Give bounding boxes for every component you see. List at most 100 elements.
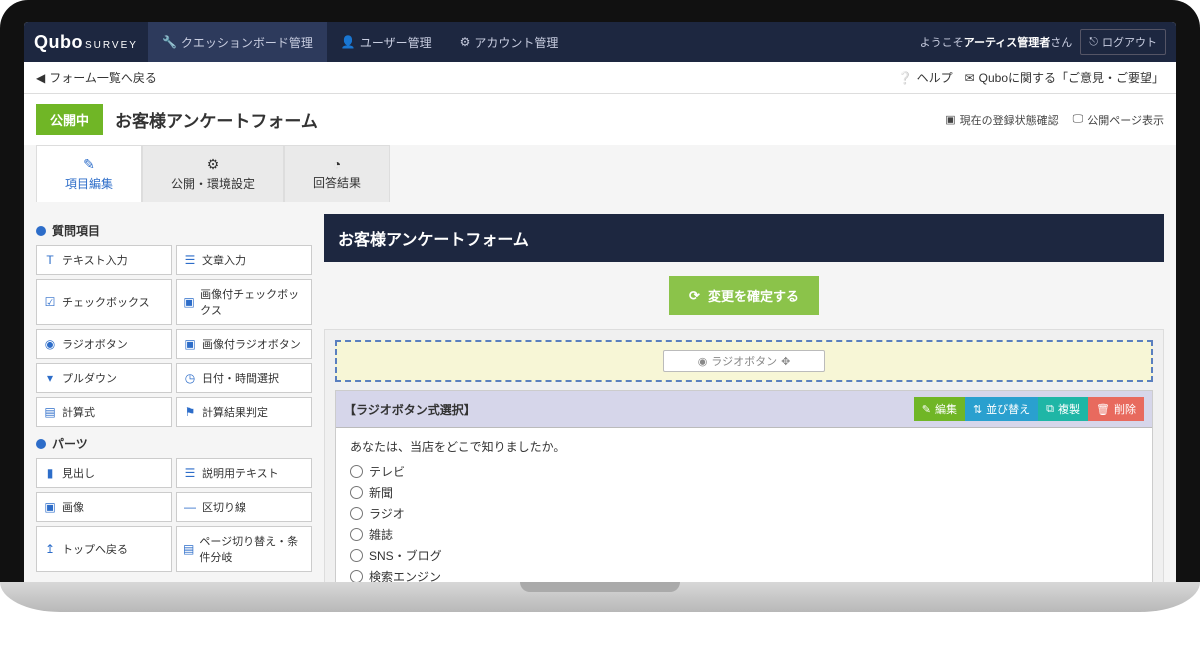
bullet-icon — [36, 226, 46, 236]
branch-icon: ▤ — [183, 542, 194, 556]
option-row[interactable]: 新聞 — [350, 482, 1138, 503]
item-formula[interactable]: ▤計算式 — [36, 397, 172, 427]
help-icon: ❔ — [898, 71, 913, 85]
refresh-icon: ⟳ — [689, 288, 700, 304]
radio-input[interactable] — [350, 549, 363, 562]
logout-label: ログアウト — [1102, 34, 1157, 50]
q-edit-button[interactable]: ✎編集 — [914, 397, 965, 421]
text-icon: T — [43, 253, 57, 267]
section-parts: パーツ — [36, 435, 312, 452]
subbar: ◀ フォーム一覧へ戻る ❔ ヘルプ ✉ Quboに関する「ご意見・ご要望」 — [24, 62, 1176, 94]
item-pulldown[interactable]: ▾プルダウン — [36, 363, 172, 393]
nav-label: ユーザー管理 — [360, 34, 432, 51]
section-questions: 質問項目 — [36, 222, 312, 239]
dropdown-icon: ▾ — [43, 371, 57, 385]
dropzone[interactable]: ◉ ラジオボタン ✥ — [335, 340, 1153, 382]
status-badge: 公開中 — [36, 104, 103, 135]
nav-label: アカウント管理 — [474, 34, 558, 51]
radio-input[interactable] — [350, 507, 363, 520]
image-icon: ▣ — [43, 500, 57, 514]
edit-icon: ✎ — [83, 156, 95, 173]
item-image-checkbox[interactable]: ▣画像付チェックボックス — [176, 279, 312, 325]
status-icon: ▣ — [945, 113, 955, 126]
monitor-icon: 🖵 — [1073, 113, 1084, 126]
radio-input[interactable] — [350, 486, 363, 499]
help-label: ヘルプ — [917, 69, 953, 86]
part-image[interactable]: ▣画像 — [36, 492, 172, 522]
question-area: ◉ ラジオボタン ✥ 【ラジオボタン式選択】 ✎編集 ⇅並び替え ⧉複製 🗑削除… — [324, 329, 1164, 582]
nav-account[interactable]: ⚙ アカウント管理 — [446, 22, 573, 62]
clock-icon: ◷ — [183, 371, 197, 385]
action-status-check[interactable]: ▣ 現在の登録状態確認 — [945, 112, 1058, 128]
question-block: 【ラジオボタン式選択】 ✎編集 ⇅並び替え ⧉複製 🗑削除 あなたは、当店をどこ… — [335, 390, 1153, 582]
option-row[interactable]: ラジオ — [350, 503, 1138, 524]
welcome-text: ようこそアーティス管理者さん — [920, 34, 1073, 50]
feedback-label: Quboに関する「ご意見・ご要望」 — [979, 69, 1164, 86]
action-public-page[interactable]: 🖵 公開ページ表示 — [1073, 112, 1164, 128]
part-page-branch[interactable]: ▤ページ切り替え・条件分岐 — [176, 526, 312, 572]
image-radio-icon: ▣ — [183, 337, 197, 351]
gear-icon: ⚙ — [207, 156, 220, 173]
part-divider[interactable]: —区切り線 — [176, 492, 312, 522]
q-sort-button[interactable]: ⇅並び替え — [965, 397, 1038, 421]
heading-icon: ▮ — [43, 466, 57, 480]
wrench-icon: 🔧 — [162, 35, 177, 49]
tabs: ✎ 項目編集 ⚙ 公開・環境設定 ◔ 回答結果 — [24, 145, 1176, 202]
feedback-link[interactable]: ✉ Quboに関する「ご意見・ご要望」 — [965, 69, 1164, 86]
radio-icon: ◉ — [43, 337, 57, 351]
radio-input[interactable] — [350, 465, 363, 478]
move-icon: ✥ — [781, 355, 790, 368]
pie-icon: ◔ — [333, 156, 341, 172]
part-back-to-top[interactable]: ↥トップへ戻る — [36, 526, 172, 572]
part-heading[interactable]: ▮見出し — [36, 458, 172, 488]
tab-publish-settings[interactable]: ⚙ 公開・環境設定 — [142, 145, 284, 202]
help-link[interactable]: ❔ ヘルプ — [898, 69, 953, 86]
item-radio[interactable]: ◉ラジオボタン — [36, 329, 172, 359]
up-icon: ↥ — [43, 542, 57, 556]
bullet-icon — [36, 439, 46, 449]
top-nav: QuboSURVEY 🔧 クエッションボード管理 👤 ユーザー管理 ⚙ アカウン… — [24, 22, 1176, 62]
q-copy-button[interactable]: ⧉複製 — [1038, 397, 1088, 421]
item-textarea[interactable]: ☰文章入力 — [176, 245, 312, 275]
option-row[interactable]: テレビ — [350, 461, 1138, 482]
item-datetime[interactable]: ◷日付・時間選択 — [176, 363, 312, 393]
divider-icon: — — [183, 500, 197, 514]
tab-label: 公開・環境設定 — [171, 175, 255, 192]
question-header: 【ラジオボタン式選択】 ✎編集 ⇅並び替え ⧉複製 🗑削除 — [336, 391, 1152, 428]
form-title-bar: お客様アンケートフォーム — [324, 214, 1164, 262]
logout-button[interactable]: ⎋ ログアウト — [1080, 29, 1166, 55]
q-delete-button[interactable]: 🗑削除 — [1088, 397, 1144, 421]
back-link[interactable]: ◀ フォーム一覧へ戻る — [36, 69, 157, 86]
radio-input[interactable] — [350, 528, 363, 541]
radio-input[interactable] — [350, 570, 363, 582]
back-label: フォーム一覧へ戻る — [49, 69, 157, 86]
pencil-icon: ✎ — [922, 403, 931, 416]
right-panel: お客様アンケートフォーム ⟳ 変更を確定する ◉ ラジオボタン ✥ 【ラジオボタ… — [324, 214, 1164, 582]
logout-icon: ⎋ — [1089, 36, 1098, 49]
sort-icon: ⇅ — [973, 403, 982, 416]
drop-chip: ◉ ラジオボタン ✥ — [663, 350, 826, 372]
image-checkbox-icon: ▣ — [183, 295, 195, 309]
commit-label: 変更を確定する — [708, 286, 799, 305]
question-text: あなたは、当店をどこで知りましたか。 — [350, 438, 1138, 455]
left-panel: 質問項目 Tテキスト入力 ☰文章入力 ☑チェックボックス ▣画像付チェックボック… — [36, 214, 312, 582]
radio-icon: ◉ — [698, 355, 708, 368]
tab-results[interactable]: ◔ 回答結果 — [284, 145, 390, 202]
item-checkbox[interactable]: ☑チェックボックス — [36, 279, 172, 325]
tab-label: 項目編集 — [65, 175, 113, 192]
part-description[interactable]: ☰説明用テキスト — [176, 458, 312, 488]
paragraph-icon: ☰ — [183, 253, 197, 267]
gear-icon: ⚙ — [460, 35, 471, 49]
nav-users[interactable]: 👤 ユーザー管理 — [327, 22, 446, 62]
item-formula-result[interactable]: ⚑計算結果判定 — [176, 397, 312, 427]
question-type-label: 【ラジオボタン式選択】 — [344, 401, 914, 418]
option-row[interactable]: 検索エンジン — [350, 566, 1138, 582]
commit-button[interactable]: ⟳ 変更を確定する — [669, 276, 819, 315]
nav-questionboard[interactable]: 🔧 クエッションボード管理 — [148, 22, 327, 62]
item-text-input[interactable]: Tテキスト入力 — [36, 245, 172, 275]
tab-label: 回答結果 — [313, 174, 361, 191]
tab-item-edit[interactable]: ✎ 項目編集 — [36, 145, 142, 202]
item-image-radio[interactable]: ▣画像付ラジオボタン — [176, 329, 312, 359]
option-row[interactable]: SNS・ブログ — [350, 545, 1138, 566]
option-row[interactable]: 雑誌 — [350, 524, 1138, 545]
